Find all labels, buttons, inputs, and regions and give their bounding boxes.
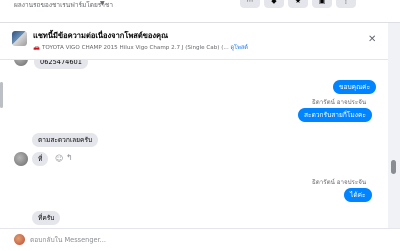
message-in: ที่ครับ xyxy=(32,211,61,225)
sender-name: ธิดารัตน์ อาจประจัน xyxy=(312,179,367,186)
top-bar: ผลงานรถของชาเรนฟาร์มโดยราชา ▼ ⋯ ◆ ★ ▣ ⋮ xyxy=(0,0,400,22)
scrollbar[interactable] xyxy=(388,23,400,228)
avatar xyxy=(14,234,25,245)
toolbar-button-5[interactable]: ⋮ xyxy=(336,0,356,8)
message-out: สะดวกรับสายกี่โมงคะ xyxy=(298,108,372,122)
post-title: TOYOTA VIGO CHAMP 2015 Hilux Vigo Champ … xyxy=(41,45,229,51)
chevron-down-icon[interactable]: ▼ xyxy=(100,0,105,7)
reply-input[interactable] xyxy=(30,233,370,247)
avatar xyxy=(14,152,28,166)
toolbar-button-2[interactable]: ◆ xyxy=(264,0,284,8)
post-thumbnail[interactable] xyxy=(12,31,27,46)
reply-icon[interactable]: ↰ xyxy=(66,153,73,162)
smiley-icon[interactable]: ☺ xyxy=(55,154,63,163)
avatar xyxy=(14,60,28,66)
message-out: ขอบคุณค่ะ xyxy=(333,80,377,94)
scrollbar-thumb[interactable] xyxy=(391,160,396,174)
message-in: ตามสะดวกเลยครับ xyxy=(32,133,99,147)
message-in: ที่ xyxy=(32,152,49,166)
banner-subtitle: 🚗 TOYOTA VIGO CHAMP 2015 Hilux Vigo Champ… xyxy=(33,44,248,52)
toolbar-button-1[interactable]: ⋯ xyxy=(240,0,260,8)
page-name[interactable]: ผลงานรถของชาเรนฟาร์มโดยราชา xyxy=(14,0,113,10)
sender-name: ธิดารัตน์ อาจประจัน xyxy=(312,99,367,106)
side-scroll-indicator xyxy=(0,82,3,108)
message-out: ได้ค่ะ xyxy=(344,188,372,202)
composer xyxy=(0,228,400,251)
close-icon[interactable]: ✕ xyxy=(368,34,376,45)
toolbar-button-4[interactable]: ▣ xyxy=(312,0,332,8)
toolbar-button-3[interactable]: ★ xyxy=(288,0,308,8)
message-in-phone: 0625474601 xyxy=(34,60,88,69)
view-post-link[interactable]: ดูโพสต์ xyxy=(231,45,248,51)
post-context-banner: แชทนี้มีข้อความต่อเนื่องจากโพสต์ของคุณ 🚗… xyxy=(0,23,388,60)
car-icon: 🚗 xyxy=(33,45,40,51)
message-thread[interactable]: 0625474601 ขอบคุณค่ะ ธิดารัตน์ อาจประจัน… xyxy=(0,60,388,228)
banner-title: แชทนี้มีข้อความต่อเนื่องจากโพสต์ของคุณ xyxy=(33,31,169,40)
